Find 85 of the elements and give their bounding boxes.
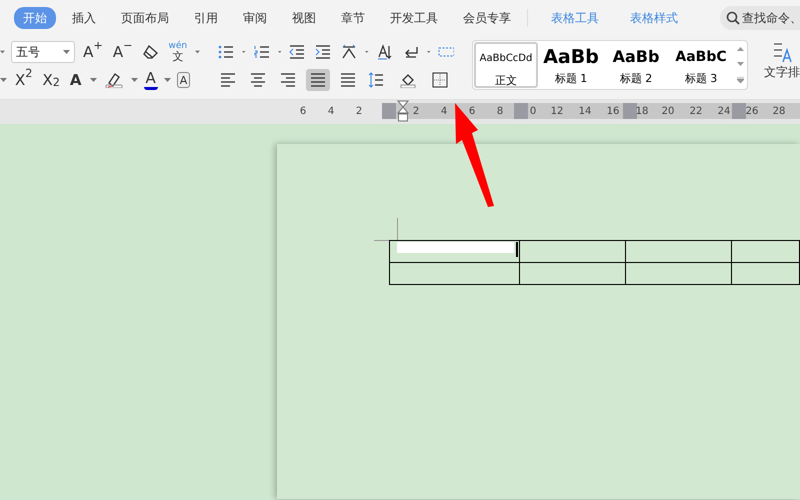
- ruler-margin-marker[interactable]: [623, 103, 637, 119]
- font-subscript-button[interactable]: X$_{2}$: [40, 69, 62, 91]
- decrease-indent-icon: [289, 44, 305, 60]
- table-cell[interactable]: [390, 240, 520, 262]
- indent-marker-icon[interactable]: [397, 100, 409, 122]
- text-cursor: [516, 242, 518, 257]
- ruler-number: 4: [328, 105, 334, 119]
- ribbon-tab[interactable]: 引用: [185, 7, 227, 29]
- align-right-icon: [280, 72, 296, 88]
- ruler-number: 2: [356, 105, 362, 119]
- table-cell[interactable]: [731, 240, 800, 262]
- table-cell[interactable]: [390, 262, 520, 284]
- highlighter-icon: [104, 72, 123, 88]
- ribbon-tab[interactable]: 开发工具: [381, 7, 447, 29]
- ruler-number: 18: [636, 105, 648, 119]
- text-layout-button[interactable]: 文字排: [764, 40, 800, 96]
- justify-icon: [310, 72, 326, 88]
- dropdown-caret-icon[interactable]: [63, 50, 70, 54]
- line-spacing-icon: [368, 72, 384, 88]
- ruler-number: 16: [606, 105, 620, 119]
- ruler-number: 4: [440, 105, 448, 119]
- dropdown-caret-icon[interactable]: [365, 50, 368, 54]
- dropdown-caret-icon[interactable]: [242, 50, 246, 54]
- ruler-number: 0: [530, 105, 536, 119]
- ruler-number: 22: [690, 105, 702, 119]
- sort-icon: [376, 44, 392, 60]
- borders-icon: [432, 72, 448, 88]
- align-center-icon: [250, 72, 266, 88]
- scroll-up-icon: [736, 47, 744, 52]
- ribbon-tab[interactable]: 审阅: [234, 7, 276, 29]
- search-field[interactable]: 查找命令、: [720, 6, 800, 30]
- scroll-down-icon: [736, 62, 744, 66]
- style-preset[interactable]: AaBbCcDd 正文: [474, 42, 538, 88]
- align-left-icon: [220, 72, 236, 88]
- font-size-field[interactable]: 五号: [10, 41, 76, 63]
- font-effect-button[interactable]: A: [68, 69, 84, 91]
- dropdown-caret-icon[interactable]: [426, 50, 430, 54]
- paint-bucket-icon: [400, 72, 416, 88]
- text-direction-icon: [341, 44, 357, 60]
- dropdown-caret-icon[interactable]: [278, 50, 281, 54]
- ruler-number: 14: [578, 105, 592, 119]
- ruler-number: 6: [468, 105, 476, 119]
- ruler-number: 26: [746, 105, 758, 119]
- numbered-list-icon: [254, 44, 270, 60]
- ruler-margin-marker[interactable]: [382, 103, 396, 119]
- alignment-button[interactable]: [306, 69, 330, 91]
- ruler-number: 24: [718, 105, 730, 119]
- ribbon-tab[interactable]: 章节: [332, 7, 374, 29]
- ribbon-tab[interactable]: 视图: [283, 7, 325, 29]
- ribbon-tab[interactable]: 页面布局: [112, 7, 178, 29]
- ruler-number: 20: [662, 105, 674, 119]
- dropdown-caret-icon[interactable]: [195, 50, 200, 54]
- more-icon: [736, 76, 744, 83]
- table-cell[interactable]: [625, 240, 732, 262]
- ribbon-tab[interactable]: 插入: [63, 7, 105, 29]
- font-phonetic-button[interactable]: wén 文: [166, 41, 190, 63]
- increase-indent-icon: [315, 44, 331, 60]
- font-color-button[interactable]: A: [144, 70, 158, 90]
- dropdown-caret-icon[interactable]: [0, 78, 7, 82]
- font-size-value: 五号: [16, 44, 40, 61]
- bullet-list-icon: [218, 44, 234, 60]
- font-superscript-button[interactable]: X$^{2}$: [13, 69, 34, 91]
- table-cell[interactable]: [731, 262, 800, 284]
- search-icon: [726, 11, 740, 25]
- ruler-margin-marker[interactable]: [514, 103, 528, 119]
- dropdown-caret-icon[interactable]: [130, 78, 138, 82]
- dropdown-caret-icon[interactable]: [0, 50, 5, 54]
- ruler-number: 8: [496, 105, 504, 119]
- ruler-number: 6: [300, 105, 306, 119]
- table-cell[interactable]: [519, 240, 626, 262]
- dropdown-caret-icon[interactable]: [90, 78, 97, 82]
- table-cell[interactable]: [625, 262, 732, 284]
- distributed-icon: [340, 72, 356, 88]
- font-shrink-button[interactable]: A$^{−}$: [110, 41, 135, 63]
- eraser-icon: [142, 44, 159, 60]
- ruler-number: 2: [412, 105, 420, 119]
- ruler-number: 28: [772, 105, 786, 119]
- table-cell[interactable]: [519, 262, 626, 284]
- font-border-button[interactable]: A: [176, 72, 190, 88]
- dropdown-caret-icon[interactable]: [164, 78, 171, 82]
- ruler-number: 12: [550, 105, 564, 119]
- line-break-icon: [402, 44, 418, 60]
- font-grow-button[interactable]: A$^{+}$: [81, 41, 105, 63]
- ribbon-tab[interactable]: 会员专享: [454, 7, 520, 29]
- ruler-margin-marker[interactable]: [732, 103, 746, 119]
